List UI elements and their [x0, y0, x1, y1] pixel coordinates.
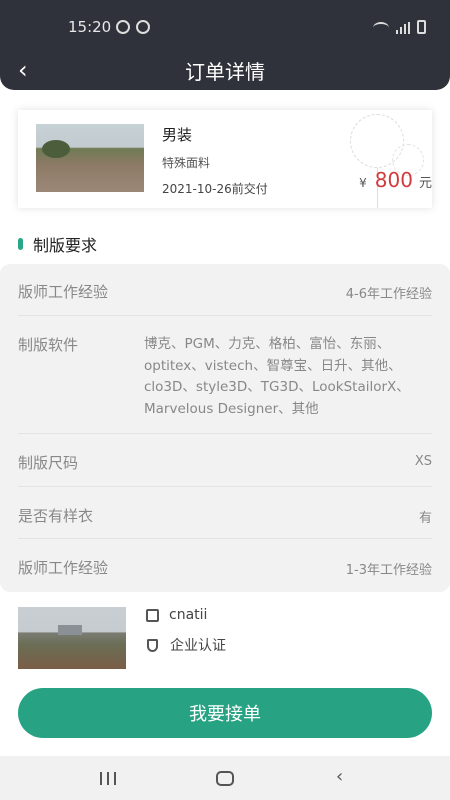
requirement-value: 4-6年工作经验	[345, 287, 432, 302]
requirements-panel: 版师工作经验 4-6年工作经验 制版软件 博克、PGM、力克、格柏、富怡、东丽、…	[0, 264, 450, 592]
requirement-label: 制版软件	[18, 336, 79, 354]
requirement-row: 版师工作经验 4-6年工作经验	[18, 264, 432, 316]
requirement-row: 是否有样衣 有	[18, 487, 432, 539]
requirement-label: 制版尺码	[18, 454, 79, 472]
shield-icon	[147, 638, 158, 652]
delivery-date: 2021-10-26前交付	[162, 182, 268, 196]
company-name-row: cnatii	[146, 607, 207, 623]
system-nav-bar: ‹	[0, 756, 450, 800]
requirement-label: 版师工作经验	[18, 559, 109, 577]
requirement-value: 博克、PGM、力克、格柏、富怡、东丽、optitex、vistech、智尊宝、日…	[144, 336, 410, 417]
requirement-row: 制版尺码 XS	[18, 434, 432, 487]
section-marker	[18, 238, 23, 250]
signal-icon	[396, 22, 410, 34]
page-title: 订单详情	[185, 60, 265, 84]
requirement-label: 版师工作经验	[18, 283, 109, 301]
status-notification-icon	[116, 20, 130, 34]
product-fabric: 特殊面料	[162, 156, 211, 170]
order-card[interactable]: 男装 特殊面料 2021-10-26前交付 ¥800 元	[18, 110, 432, 208]
requirement-value: 1-3年工作经验	[345, 563, 432, 578]
recent-apps-icon[interactable]	[100, 772, 116, 785]
requirement-value: 有	[418, 511, 432, 526]
battery-icon	[417, 20, 426, 34]
home-icon[interactable]	[216, 771, 234, 786]
product-name: 男装	[162, 126, 193, 144]
accept-order-button[interactable]: 我要接单	[18, 688, 432, 738]
status-indicators	[373, 20, 426, 34]
section-title: 制版要求	[33, 236, 98, 255]
requirement-value: XS	[414, 454, 432, 469]
building-shape	[58, 625, 82, 635]
top-bar: 15:20 ‹ 订单详情	[0, 0, 450, 90]
status-time: 15:20	[68, 18, 112, 36]
currency-symbol: ¥	[359, 176, 367, 190]
requirement-row: 制版软件 博克、PGM、力克、格柏、富怡、东丽、optitex、vistech、…	[18, 316, 432, 434]
price: ¥800 元	[359, 168, 432, 192]
tree-shape	[42, 140, 70, 158]
product-image	[36, 124, 144, 192]
price-unit: 元	[418, 176, 432, 191]
requirement-label: 是否有样衣	[18, 507, 94, 525]
requirement-row: 版师工作经验 1-3年工作经验	[18, 539, 432, 592]
status-app-icon	[136, 20, 150, 34]
price-amount: 800	[374, 168, 413, 192]
section-header: 制版要求	[18, 232, 97, 256]
company-certification: 企业认证	[170, 638, 226, 654]
company-image	[18, 607, 126, 669]
building-icon	[146, 608, 159, 622]
wifi-icon	[373, 22, 389, 34]
nav-back-icon[interactable]: ‹	[336, 766, 343, 787]
company-cert-row: 企业认证	[146, 635, 226, 655]
company-name: cnatii	[169, 607, 208, 623]
